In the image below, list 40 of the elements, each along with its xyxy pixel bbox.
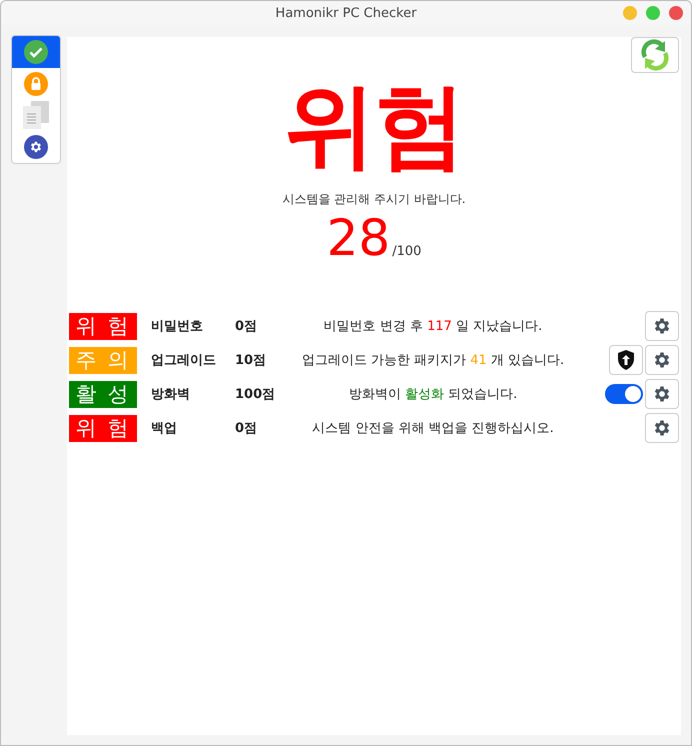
status-badge: 활 성 xyxy=(69,380,137,408)
check-score: 10점 xyxy=(235,352,268,369)
settings-icon xyxy=(652,350,672,370)
check-message: 방화벽이 활성화 되었습니다. xyxy=(348,386,518,403)
settings-button[interactable] xyxy=(645,345,679,375)
status-title: 위험 xyxy=(284,71,464,181)
score-max: /100 xyxy=(392,244,422,259)
settings-icon xyxy=(652,384,672,404)
settings-icon xyxy=(652,418,672,438)
settings-button[interactable] xyxy=(645,379,679,409)
check-score: 0점 xyxy=(235,420,258,437)
settings-icon xyxy=(24,135,48,160)
check-score: 100점 xyxy=(235,386,276,403)
check-score: 0점 xyxy=(235,318,258,335)
check-name: 비밀번호 xyxy=(151,318,204,335)
refresh-button[interactable] xyxy=(631,37,679,73)
upgrade-button[interactable] xyxy=(609,345,643,375)
documents-icon xyxy=(23,101,49,130)
check-message: 시스템 안전을 위해 백업을 진행하십시오. xyxy=(311,420,555,437)
settings-button[interactable] xyxy=(645,311,679,341)
settings-icon xyxy=(652,316,672,336)
status-badge: 위 험 xyxy=(69,312,137,340)
check-name: 방화벽 xyxy=(151,386,191,403)
refresh-icon xyxy=(639,39,671,71)
check-icon xyxy=(24,40,48,64)
check-message: 비밀번호 변경 후 117 일 지났습니다. xyxy=(322,318,544,335)
status-message: 시스템을 관리해 주시기 바랍니다. xyxy=(282,191,466,208)
status-badge: 위 험 xyxy=(69,414,137,442)
check-name: 업그레이드 xyxy=(151,352,217,369)
window-title: Hamonikr PC Checker xyxy=(275,6,417,20)
shield-icon xyxy=(617,350,635,370)
firewall-toggle[interactable] xyxy=(605,384,643,404)
total-score: 28 xyxy=(326,210,390,266)
lock-icon xyxy=(24,72,48,96)
status-badge: 주 의 xyxy=(69,346,137,374)
check-name: 백업 xyxy=(151,420,178,437)
settings-button[interactable] xyxy=(645,413,679,443)
close-button[interactable] xyxy=(669,6,683,20)
sidebar-item[interactable] xyxy=(12,36,60,68)
check-message: 업그레이드 가능한 패키지가 41 개 있습니다. xyxy=(300,352,566,369)
